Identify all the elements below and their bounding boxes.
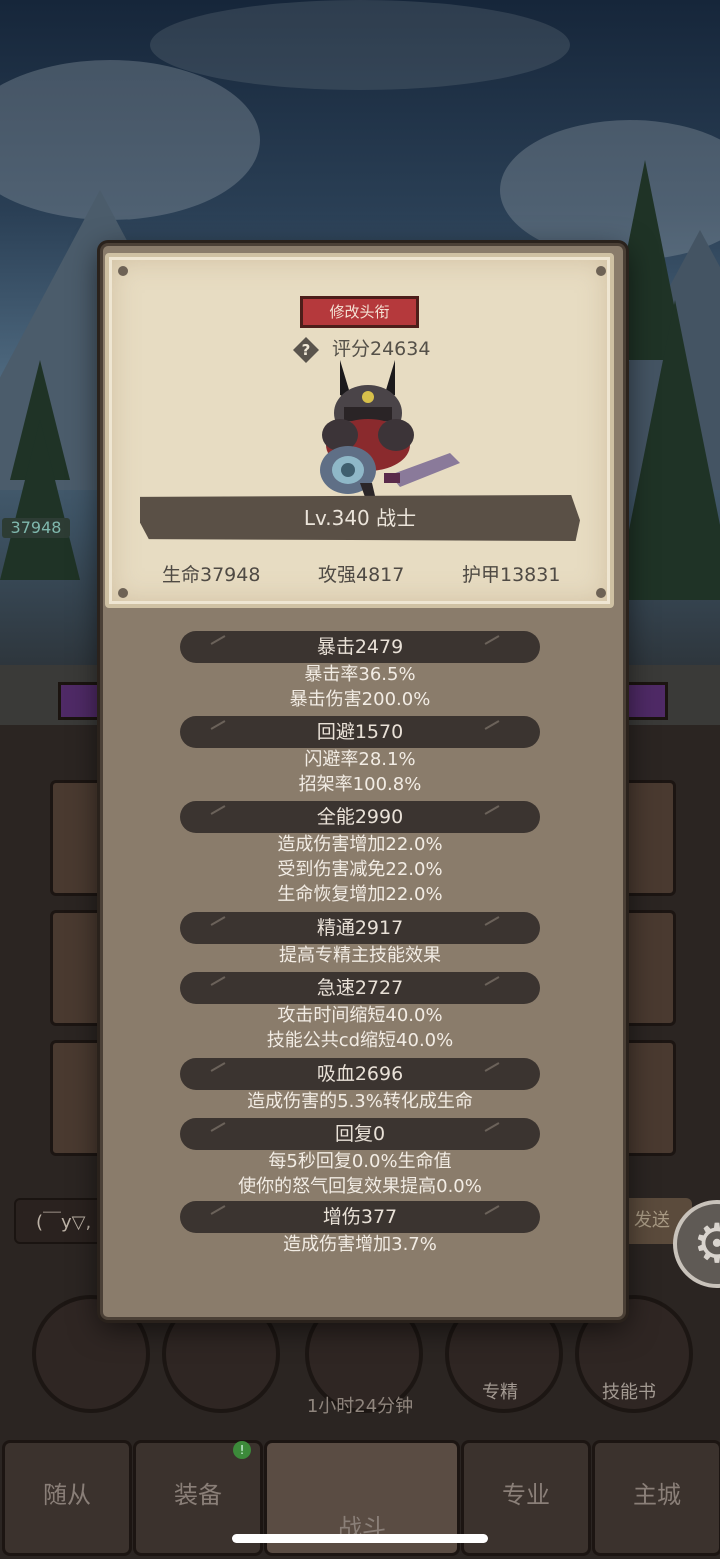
notification-badge: !: [233, 1441, 251, 1459]
stat-attack-power: 攻强4817: [318, 564, 405, 586]
stat-header-lifesteal: 吸血2696: [180, 1058, 540, 1090]
nail-icon: [118, 588, 128, 598]
stat-header-regen: 回复0: [180, 1118, 540, 1150]
stat-line: 造成伤害增加22.0%: [277, 834, 443, 855]
stat-header-haste: 急速2727: [180, 972, 540, 1004]
stat-line: 造成伤害增加3.7%: [283, 1234, 437, 1255]
stat-armor: 护甲13831: [462, 564, 561, 586]
warrior-avatar-icon: [320, 360, 460, 500]
pine-tree: [0, 420, 80, 580]
hero-name-level: Lv.340 战士: [140, 495, 580, 541]
stat-line: 暴击伤害200.0%: [289, 689, 431, 710]
stat-header-mastery: 精通2917: [180, 912, 540, 944]
stat-line: 技能公共cd缩短40.0%: [266, 1030, 454, 1051]
stat-health: 生命37948: [162, 564, 261, 586]
stat-line: 提高专精主技能效果: [279, 945, 441, 966]
tab-followers[interactable]: 随从: [2, 1440, 132, 1556]
stat-line: 每5秒回复0.0%生命值: [268, 1151, 452, 1172]
change-title-button[interactable]: 修改头衔: [300, 296, 419, 328]
stat-header-crit: 暴击2479: [180, 631, 540, 663]
cloud: [150, 0, 570, 90]
stat-line: 受到伤害减免22.0%: [277, 859, 443, 880]
stat-line: 招架率100.8%: [298, 774, 422, 795]
hero-hp-tag: 37948: [2, 518, 70, 538]
tab-main-city[interactable]: 主城: [592, 1440, 720, 1556]
stat-header-versatility: 全能2990: [180, 801, 540, 833]
home-indicator[interactable]: [232, 1534, 488, 1543]
stat-line: 生命恢复增加22.0%: [277, 884, 443, 905]
chest-timer: 1小时24分钟: [306, 1396, 414, 1417]
stat-line: 闪避率28.1%: [304, 749, 416, 770]
nail-icon: [596, 266, 606, 276]
stat-line: 使你的怒气回复效果提高0.0%: [238, 1176, 482, 1197]
pine-tree: [615, 300, 720, 600]
stat-line: 造成伤害的5.3%转化成生命: [247, 1091, 473, 1112]
stat-header-damage-bonus: 增伤377: [180, 1201, 540, 1233]
stat-header-avoidance: 回避1570: [180, 716, 540, 748]
spec-label: 专精: [482, 1382, 518, 1403]
skillbook-label: 技能书: [602, 1382, 656, 1403]
nail-icon: [596, 588, 606, 598]
nail-icon: [118, 266, 128, 276]
stat-line: 攻击时间缩短40.0%: [277, 1005, 443, 1026]
stat-line: 暴击率36.5%: [304, 664, 416, 685]
